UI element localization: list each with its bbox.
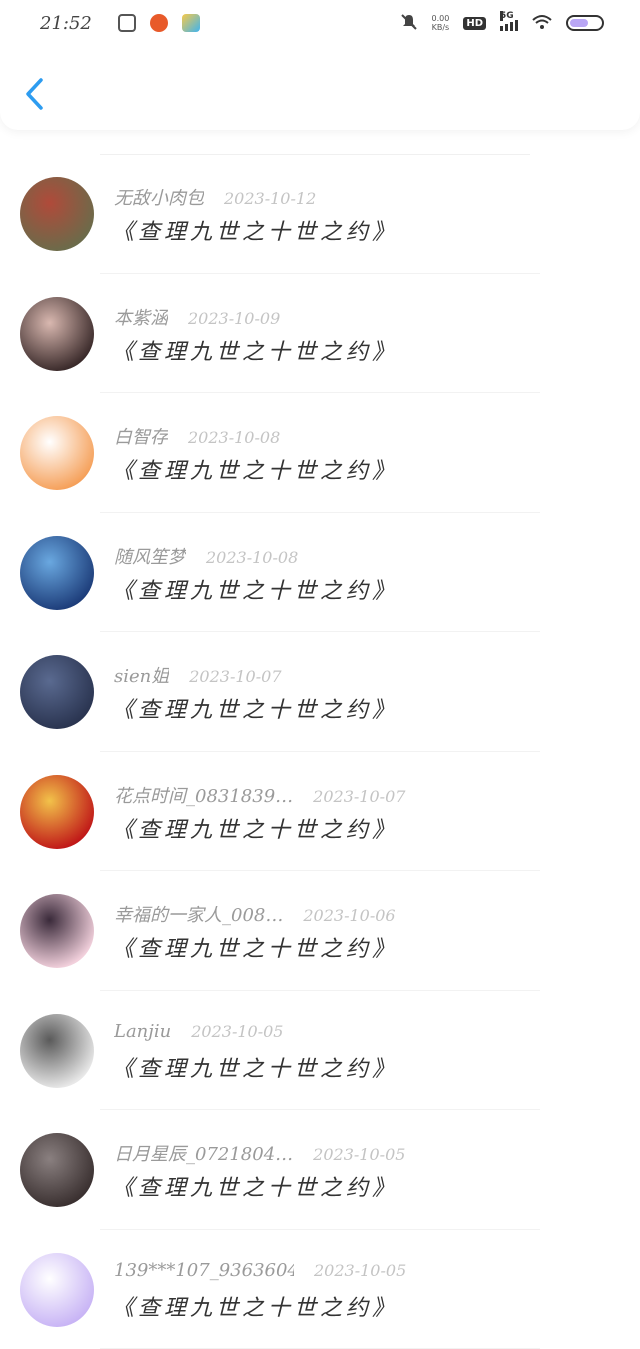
- comment-meta: 本紫涵 2023-10-09: [114, 304, 280, 330]
- comment-date: 2023-10-07: [313, 787, 405, 806]
- book-title[interactable]: 《查理九世之十世之约》: [112, 931, 398, 963]
- back-button[interactable]: [22, 76, 46, 112]
- comment-date: 2023-10-05: [313, 1145, 405, 1164]
- network-type: 5G: [500, 11, 503, 21]
- comment-meta: sien姐 2023-10-07: [114, 662, 282, 688]
- book-title[interactable]: 《查理九世之十世之约》: [112, 1170, 398, 1202]
- hd-badge: HD: [463, 17, 486, 30]
- book-title[interactable]: 《查理九世之十世之约》: [112, 1051, 398, 1083]
- chevron-left-icon: [24, 77, 44, 111]
- comment-list: 无敌小肉包2023-10-12《查理九世之十世之约》本紫涵2023-10-09《…: [0, 154, 640, 1349]
- book-title[interactable]: 《查理九世之十世之约》: [112, 573, 398, 605]
- username[interactable]: Lanjiu: [114, 1021, 171, 1042]
- username[interactable]: 白智存: [114, 423, 168, 449]
- comment-meta: 花点时间_0831839… 2023-10-07: [114, 782, 405, 808]
- comment-meta: 日月星辰_0721804… 2023-10-05: [114, 1140, 405, 1166]
- avatar[interactable]: [20, 1133, 94, 1207]
- book-title[interactable]: 《查理九世之十世之约》: [112, 812, 398, 844]
- status-left: 21:52: [40, 13, 200, 34]
- comment-meta: 无敌小肉包 2023-10-12: [114, 184, 316, 210]
- battery-icon: [566, 15, 604, 31]
- comment-date: 2023-10-12: [224, 189, 316, 208]
- avatar[interactable]: [20, 536, 94, 610]
- avatar[interactable]: [20, 655, 94, 729]
- comment-date: 2023-10-08: [206, 548, 298, 567]
- list-item[interactable]: 白智存 2023-10-08 《查理九世之十世之约》: [0, 393, 640, 513]
- username[interactable]: 无敌小肉包: [114, 184, 204, 210]
- username[interactable]: 随风笙梦: [114, 543, 186, 569]
- status-right: 0.00 KB/s HD 5G: [400, 13, 604, 34]
- book-title[interactable]: 《查理九世之十世之约》: [112, 214, 398, 246]
- notification-app-icon: [118, 14, 136, 32]
- list-item[interactable]: Lanjiu 2023-10-05 《查理九世之十世之约》: [0, 991, 640, 1111]
- comment-meta: 白智存 2023-10-08: [114, 423, 280, 449]
- list-item[interactable]: 幸福的一家人_008… 2023-10-06 《查理九世之十世之约》: [0, 871, 640, 991]
- list-item[interactable]: 本紫涵 2023-10-09 《查理九世之十世之约》: [0, 274, 640, 394]
- comment-date: 2023-10-05: [191, 1022, 283, 1041]
- book-title[interactable]: 《查理九世之十世之约》: [112, 1290, 398, 1322]
- book-title[interactable]: 《查理九世之十世之约》: [112, 453, 398, 485]
- comment-date: 2023-10-07: [189, 667, 281, 686]
- comment-meta: 139***107_9363604813 2023-10-05: [114, 1260, 406, 1281]
- list-item[interactable]: 随风笙梦 2023-10-08 《查理九世之十世之约》: [0, 513, 640, 633]
- list-item[interactable]: sien姐 2023-10-07 《查理九世之十世之约》: [0, 632, 640, 752]
- username[interactable]: sien姐: [114, 662, 169, 688]
- avatar[interactable]: [20, 1014, 94, 1088]
- speed-unit: KB/s: [432, 23, 450, 32]
- list-item[interactable]: 花点时间_0831839… 2023-10-07 《查理九世之十世之约》: [0, 752, 640, 872]
- avatar[interactable]: [20, 894, 94, 968]
- book-title[interactable]: 《查理九世之十世之约》: [112, 692, 398, 724]
- comment-meta: 随风笙梦 2023-10-08: [114, 543, 298, 569]
- wifi-icon: [532, 14, 552, 33]
- battery-level: [570, 19, 588, 27]
- comment-meta: Lanjiu 2023-10-05: [114, 1021, 283, 1042]
- cell-signal-icon: 5G: [500, 15, 518, 31]
- network-speed: 0.00 KB/s: [432, 14, 450, 32]
- username[interactable]: 日月星辰_0721804…: [114, 1140, 293, 1166]
- comment-date: 2023-10-05: [314, 1261, 406, 1280]
- avatar[interactable]: [20, 1253, 94, 1327]
- comment-date: 2023-10-09: [188, 309, 280, 328]
- avatar[interactable]: [20, 177, 94, 251]
- status-time: 21:52: [40, 13, 92, 34]
- notification-app-icon: [182, 14, 200, 32]
- notification-app-icon: [150, 14, 168, 32]
- username[interactable]: 花点时间_0831839…: [114, 782, 293, 808]
- username[interactable]: 幸福的一家人_008…: [114, 901, 283, 927]
- username[interactable]: 本紫涵: [114, 304, 168, 330]
- mute-icon: [400, 13, 418, 34]
- comment-date: 2023-10-06: [303, 906, 395, 925]
- list-item[interactable]: 日月星辰_0721804… 2023-10-05 《查理九世之十世之约》: [0, 1110, 640, 1230]
- avatar[interactable]: [20, 775, 94, 849]
- status-bar: 21:52 0.00 KB/s HD 5G: [0, 0, 640, 46]
- avatar[interactable]: [20, 416, 94, 490]
- list-item[interactable]: 139***107_9363604813 2023-10-05 《查理九世之十世之约…: [0, 1230, 640, 1349]
- speed-value: 0.00: [432, 14, 450, 23]
- comment-date: 2023-10-08: [188, 428, 280, 447]
- book-title[interactable]: 《查理九世之十世之约》: [112, 334, 398, 366]
- username[interactable]: 139***107_9363604813: [114, 1260, 294, 1281]
- avatar[interactable]: [20, 297, 94, 371]
- list-item[interactable]: 无敌小肉包 2023-10-12 《查理九世之十世之约》: [0, 154, 640, 274]
- comment-meta: 幸福的一家人_008… 2023-10-06: [114, 901, 396, 927]
